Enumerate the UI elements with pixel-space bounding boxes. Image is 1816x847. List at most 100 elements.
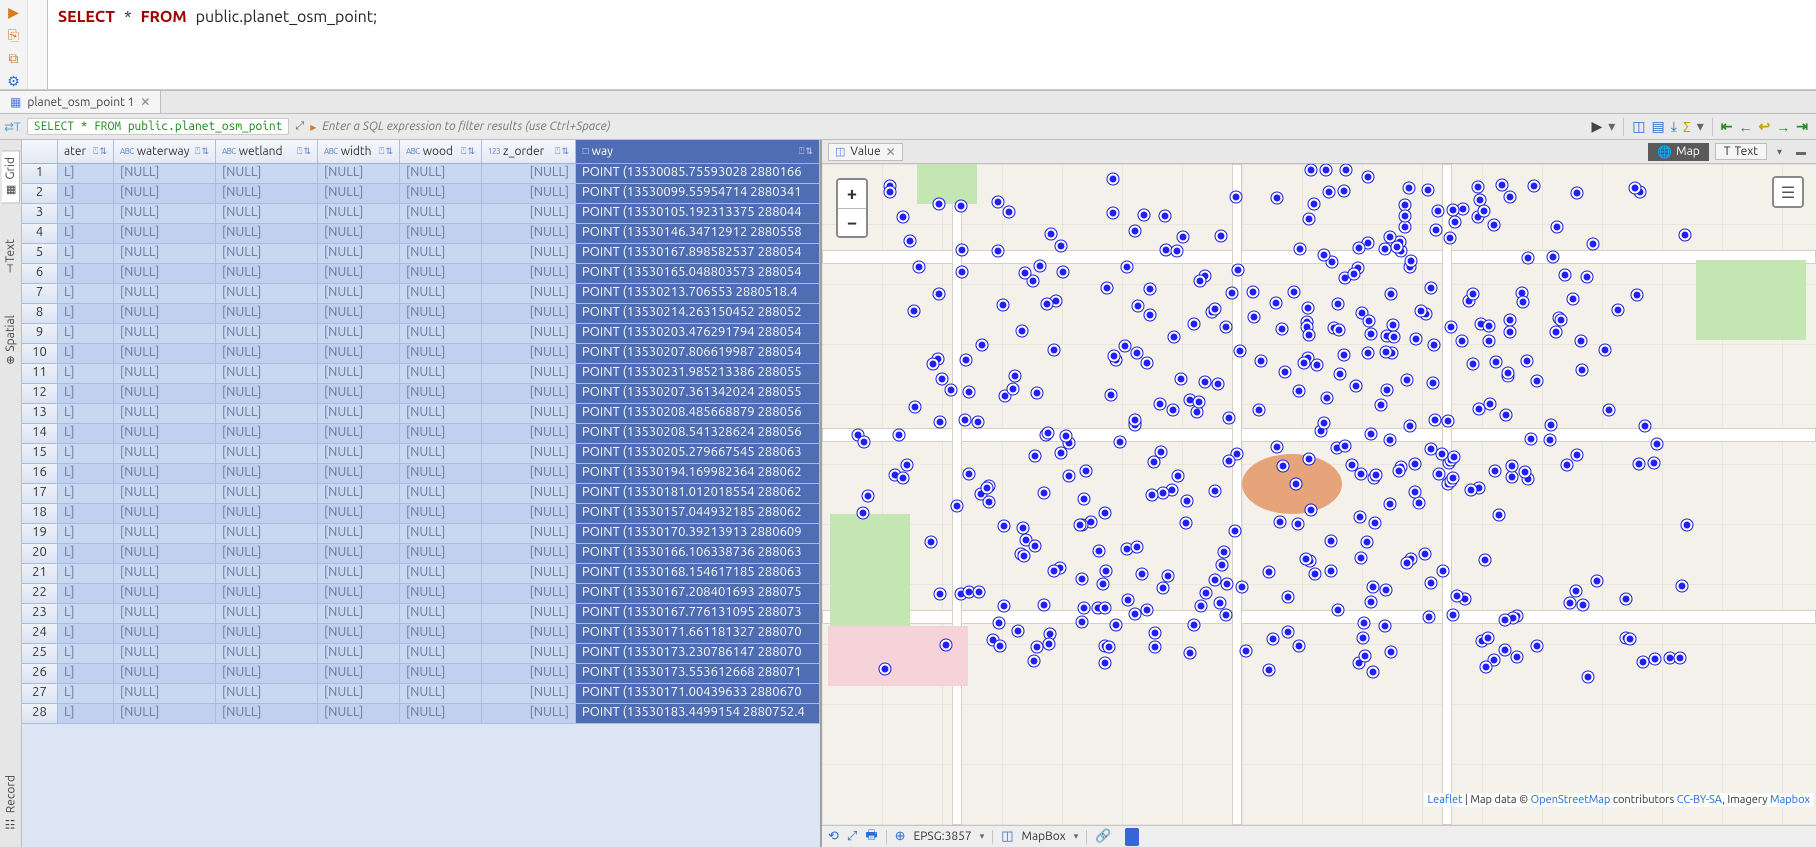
map-point[interactable]: [1368, 666, 1379, 677]
cell[interactable]: L]: [58, 644, 114, 663]
map-point[interactable]: [1184, 647, 1195, 658]
cell[interactable]: [NULL]: [482, 484, 576, 503]
map-point[interactable]: [1335, 368, 1346, 379]
cell[interactable]: POINT (13530146.34712912 2880558: [576, 224, 820, 243]
map-point[interactable]: [1680, 229, 1691, 240]
map-point[interactable]: [1145, 283, 1156, 294]
map-point[interactable]: [1100, 566, 1111, 577]
cell[interactable]: L]: [58, 624, 114, 643]
map-point[interactable]: [1094, 546, 1105, 557]
map-point[interactable]: [1365, 596, 1376, 607]
map-point[interactable]: [1502, 368, 1513, 379]
map-point[interactable]: [1355, 552, 1366, 563]
cell[interactable]: 4: [22, 224, 58, 243]
map-point[interactable]: [1144, 310, 1155, 321]
cell[interactable]: [NULL]: [400, 304, 482, 323]
filter-icon[interactable]: ⍞: [461, 146, 466, 157]
cell[interactable]: L]: [58, 424, 114, 443]
cell[interactable]: [NULL]: [482, 524, 576, 543]
map-point[interactable]: [1582, 671, 1593, 682]
map-point[interactable]: [1304, 214, 1315, 225]
map-point[interactable]: [976, 339, 987, 350]
map-point[interactable]: [951, 500, 962, 511]
map-point[interactable]: [1676, 581, 1687, 592]
map-point[interactable]: [1445, 232, 1456, 243]
cell[interactable]: [NULL]: [482, 324, 576, 343]
map-point[interactable]: [1132, 300, 1143, 311]
cell[interactable]: [NULL]: [114, 224, 216, 243]
cell[interactable]: POINT (13530231.985213386 288055: [576, 364, 820, 383]
map-point[interactable]: [1264, 567, 1275, 578]
map-point[interactable]: [1231, 192, 1242, 203]
map-point[interactable]: [1227, 287, 1238, 298]
cell[interactable]: [NULL]: [400, 324, 482, 343]
map-point[interactable]: [1450, 217, 1461, 228]
cell[interactable]: [NULL]: [318, 344, 400, 363]
cell[interactable]: POINT (13530105.192313375 288044: [576, 204, 820, 223]
cell[interactable]: [NULL]: [400, 644, 482, 663]
cell[interactable]: L]: [58, 524, 114, 543]
cell[interactable]: [NULL]: [400, 224, 482, 243]
map-point[interactable]: [1520, 466, 1531, 477]
map-point[interactable]: [1545, 435, 1556, 446]
map-point[interactable]: [1577, 599, 1588, 610]
map-point[interactable]: [910, 402, 921, 413]
cell[interactable]: POINT (13530205.279667545 288063: [576, 444, 820, 463]
map-point[interactable]: [908, 305, 919, 316]
map-point[interactable]: [1648, 458, 1659, 469]
map-point[interactable]: [1248, 287, 1259, 298]
cell[interactable]: [NULL]: [318, 604, 400, 623]
map-point[interactable]: [1550, 327, 1561, 338]
map-point[interactable]: [1559, 269, 1570, 280]
map-point[interactable]: [1031, 641, 1042, 652]
map-point[interactable]: [1465, 484, 1476, 495]
map-point[interactable]: [1325, 566, 1336, 577]
map-point[interactable]: [1074, 520, 1085, 531]
cell[interactable]: [NULL]: [482, 384, 576, 403]
map-point[interactable]: [1003, 206, 1014, 217]
cell[interactable]: [NULL]: [216, 344, 318, 363]
table-row[interactable]: 12L][NULL][NULL][NULL][NULL][NULL]POINT …: [22, 384, 820, 404]
map-point[interactable]: [1149, 456, 1160, 467]
map-point[interactable]: [1625, 634, 1636, 645]
map-point[interactable]: [961, 354, 972, 365]
map-point[interactable]: [1171, 246, 1182, 257]
cell[interactable]: [NULL]: [482, 364, 576, 383]
map-point[interactable]: [1097, 579, 1108, 590]
map-point[interactable]: [1044, 639, 1055, 650]
panels-icon[interactable]: ◫: [1632, 118, 1645, 135]
cell[interactable]: POINT (13530157.044932185 288062: [576, 504, 820, 523]
map-point[interactable]: [1359, 617, 1370, 628]
map-point[interactable]: [1382, 384, 1393, 395]
map-point[interactable]: [1138, 209, 1149, 220]
map-point[interactable]: [1620, 594, 1631, 605]
cell[interactable]: 15: [22, 444, 58, 463]
cell[interactable]: [NULL]: [114, 304, 216, 323]
cell[interactable]: [NULL]: [482, 624, 576, 643]
map-point[interactable]: [934, 589, 945, 600]
cell[interactable]: L]: [58, 604, 114, 623]
cell[interactable]: [NULL]: [114, 544, 216, 563]
map-point[interactable]: [1416, 306, 1427, 317]
sidetab-grid[interactable]: ▦ Grid: [2, 150, 20, 203]
cell[interactable]: [NULL]: [482, 464, 576, 483]
close-icon[interactable]: ✕: [140, 95, 150, 109]
cell[interactable]: 20: [22, 544, 58, 563]
map-mode-button[interactable]: 🌐 Map: [1648, 143, 1709, 161]
map-point[interactable]: [1394, 466, 1405, 477]
map-point[interactable]: [1046, 229, 1057, 240]
map-point[interactable]: [1468, 289, 1479, 300]
map-point[interactable]: [1304, 330, 1315, 341]
map-point[interactable]: [1240, 645, 1251, 656]
map-point[interactable]: [1675, 652, 1686, 663]
header-zorder[interactable]: 123z_order⍞⇅: [482, 140, 576, 163]
map-point[interactable]: [1321, 393, 1332, 404]
map-point[interactable]: [879, 664, 890, 675]
nav-first-icon[interactable]: ⇤: [1721, 118, 1733, 135]
cell[interactable]: [NULL]: [216, 704, 318, 723]
cell[interactable]: [NULL]: [318, 524, 400, 543]
cell[interactable]: [NULL]: [318, 364, 400, 383]
cell[interactable]: [NULL]: [400, 184, 482, 203]
map-point[interactable]: [1056, 240, 1067, 251]
cell[interactable]: [NULL]: [318, 244, 400, 263]
